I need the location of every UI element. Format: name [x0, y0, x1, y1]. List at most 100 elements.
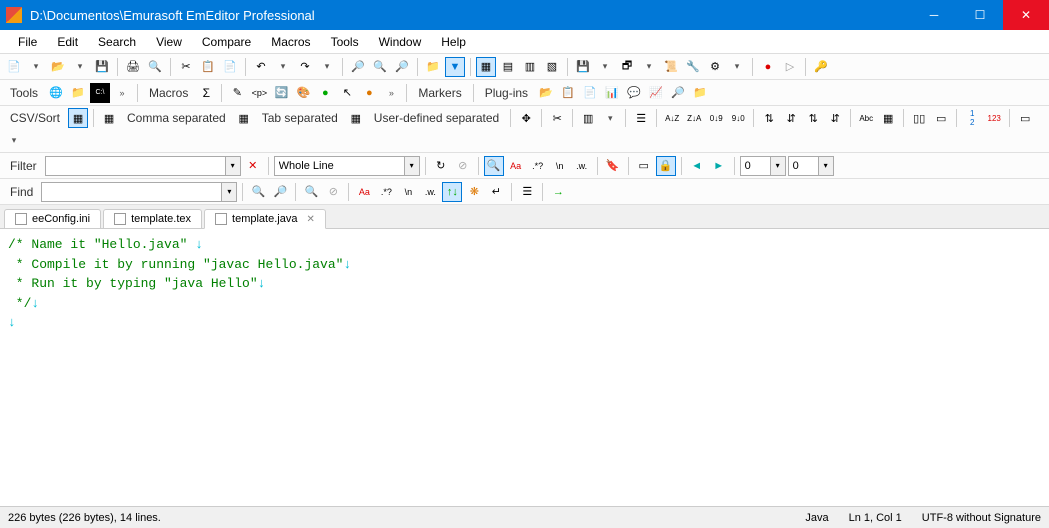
filter-input[interactable] [45, 156, 225, 176]
go-icon[interactable]: ● [315, 83, 335, 103]
menu-macros[interactable]: Macros [263, 33, 318, 51]
menu-search[interactable]: Search [90, 33, 144, 51]
view-icon[interactable]: ▥ [520, 57, 540, 77]
spinner-icon[interactable]: ▾ [818, 156, 834, 176]
dot-icon[interactable]: ● [359, 83, 379, 103]
list-icon[interactable]: ☰ [517, 182, 537, 202]
plugin-icon[interactable]: 📁 [690, 83, 710, 103]
sort-az-icon[interactable]: A↓Z [662, 108, 682, 128]
paste-icon[interactable]: 📄 [220, 57, 240, 77]
cut-icon[interactable]: ✂ [547, 108, 567, 128]
ie-icon[interactable]: 🌐 [46, 83, 66, 103]
tab-label[interactable]: Tab separated [256, 111, 344, 125]
menu-compare[interactable]: Compare [194, 33, 259, 51]
dropdown-icon[interactable]: ▾ [404, 156, 420, 176]
paint-icon[interactable]: 🎨 [293, 83, 313, 103]
plugin-icon[interactable]: 📂 [536, 83, 556, 103]
header-icon[interactable]: ☰ [631, 108, 651, 128]
menu-window[interactable]: Window [371, 33, 430, 51]
sort-icon[interactable]: ⇅ [759, 108, 779, 128]
dropdown-icon[interactable]: ▾ [221, 182, 237, 202]
new-file-icon[interactable]: 📄 [4, 57, 24, 77]
script-icon[interactable]: 📜 [661, 57, 681, 77]
num-input[interactable] [740, 156, 770, 176]
save-icon[interactable]: 💾 [573, 57, 593, 77]
print-icon[interactable]: 🖨 [123, 57, 143, 77]
view-grid-icon[interactable]: ▦ [476, 57, 496, 77]
tools-icon[interactable]: 🔧 [683, 57, 703, 77]
case-icon[interactable]: Aa [354, 182, 374, 202]
cursor-icon[interactable]: ↖ [337, 83, 357, 103]
edit-icon[interactable]: ✎ [227, 83, 247, 103]
refresh-icon[interactable]: ↻ [431, 156, 451, 176]
dropdown-icon[interactable]: ▾ [225, 156, 241, 176]
dropdown-icon[interactable]: ▾ [4, 130, 24, 150]
search-icon[interactable]: 🔍 [484, 156, 504, 176]
status-encoding[interactable]: UTF-8 without Signature [922, 512, 1041, 524]
escape-icon[interactable]: \n [550, 156, 570, 176]
bookmark-icon[interactable]: 🔖 [603, 156, 623, 176]
dropdown-icon[interactable]: ▾ [26, 57, 46, 77]
plugin-icon[interactable]: 📈 [646, 83, 666, 103]
maximize-button[interactable]: ☐ [957, 0, 1003, 30]
windows-icon[interactable]: 🗗 [617, 57, 637, 77]
clear-icon[interactable]: ✕ [243, 156, 263, 176]
view-icon[interactable]: ▤ [498, 57, 518, 77]
dropdown-icon[interactable]: ▾ [595, 57, 615, 77]
sort-za-icon[interactable]: Z↓A [684, 108, 704, 128]
dropdown-icon[interactable]: ▾ [70, 57, 90, 77]
explorer-icon[interactable]: 📁 [68, 83, 88, 103]
cancel-icon[interactable]: ⊘ [323, 182, 343, 202]
highlight-icon[interactable]: ❋ [464, 182, 484, 202]
word-icon[interactable]: .w. [572, 156, 592, 176]
scope-combo[interactable]: ▾ [274, 156, 420, 176]
move-icon[interactable]: ✥ [516, 108, 536, 128]
view-icon[interactable]: ▯▯ [909, 108, 929, 128]
open-file-icon[interactable]: 📂 [48, 57, 68, 77]
num-icon[interactable]: 123 [984, 108, 1004, 128]
plugin-icon[interactable]: 🔎 [668, 83, 688, 103]
next-icon[interactable]: ► [709, 156, 729, 176]
plugin-icon[interactable]: 💬 [624, 83, 644, 103]
play-icon[interactable]: ▷ [780, 57, 800, 77]
num-input[interactable] [788, 156, 818, 176]
redo-icon[interactable]: ↷ [295, 57, 315, 77]
find-combo[interactable]: ▾ [41, 182, 237, 202]
dropdown-icon[interactable]: ▾ [727, 57, 747, 77]
view-icon[interactable]: ▭ [634, 156, 654, 176]
regex-icon[interactable]: .*? [528, 156, 548, 176]
view-icon[interactable]: ▧ [542, 57, 562, 77]
more-icon[interactable]: » [112, 83, 132, 103]
comma-label[interactable]: Comma separated [121, 111, 232, 125]
case-icon[interactable]: Aa [506, 156, 526, 176]
spinner-icon[interactable]: ▾ [770, 156, 786, 176]
more-icon[interactable]: » [381, 83, 401, 103]
p-tag-icon[interactable]: <p> [249, 83, 269, 103]
plugin-icon[interactable]: 📄 [580, 83, 600, 103]
search-icon[interactable]: 🔍 [301, 182, 321, 202]
tab-icon[interactable]: ▦ [234, 108, 254, 128]
menu-edit[interactable]: Edit [49, 33, 86, 51]
save-icon[interactable]: 💾 [92, 57, 112, 77]
num-combo[interactable]: ▾ [740, 156, 786, 176]
user-icon[interactable]: ▦ [346, 108, 366, 128]
view-icon[interactable]: ▭ [931, 108, 951, 128]
sort-desc-icon[interactable]: 9↓0 [728, 108, 748, 128]
dropdown-icon[interactable]: ▾ [639, 57, 659, 77]
go-icon[interactable]: → [548, 182, 568, 202]
close-tab-icon[interactable]: ✕ [306, 214, 314, 225]
wrap-icon[interactable]: ↵ [486, 182, 506, 202]
undo-icon[interactable]: ↶ [251, 57, 271, 77]
tab-eeconfig[interactable]: eeConfig.ini [4, 209, 101, 228]
close-button[interactable]: ✕ [1003, 0, 1049, 30]
record-icon[interactable]: ● [758, 57, 778, 77]
refresh-icon[interactable]: 🔄 [271, 83, 291, 103]
find-input[interactable] [41, 182, 221, 202]
key-icon[interactable]: 🔑 [811, 57, 831, 77]
dropdown-icon[interactable]: ▾ [317, 57, 337, 77]
menu-tools[interactable]: Tools [323, 33, 367, 51]
dropdown-icon[interactable]: ▾ [273, 57, 293, 77]
view-icon[interactable]: ▭ [1015, 108, 1035, 128]
filter-combo[interactable]: ▾ [45, 156, 241, 176]
abc-icon[interactable]: Abc [856, 108, 876, 128]
